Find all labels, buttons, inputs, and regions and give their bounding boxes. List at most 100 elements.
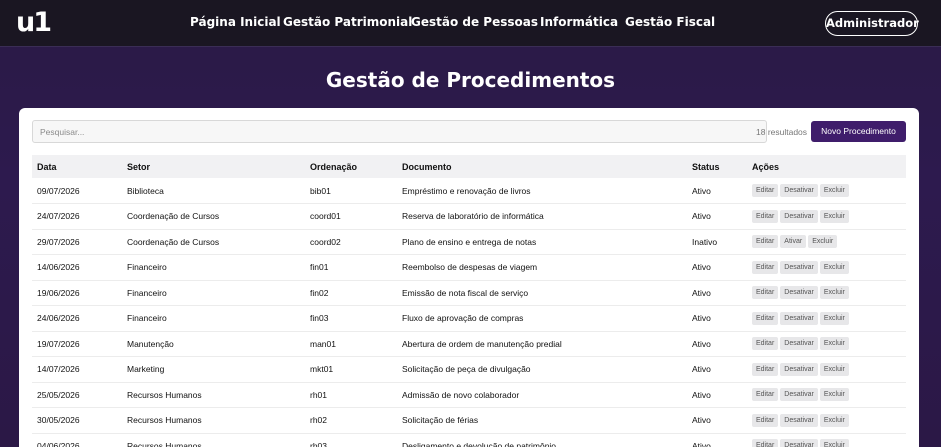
desativar-button[interactable]: Desativar [780,286,818,300]
excluir-button[interactable]: Excluir [819,362,849,376]
cell-documento: Emissão de nota fiscal de serviço [397,280,687,306]
nav-pagina-inicial[interactable]: Página Inicial [190,15,281,29]
table-row: 24/06/2026 Financeiro fin03 Fluxo de aprova… [32,305,906,332]
desativar-button[interactable]: Desativar [780,413,818,427]
editar-button[interactable]: Editar [752,311,779,325]
table-row: 30/05/2026 Recursos Humanos rh02 Solicitaçã… [32,407,906,434]
nav-informatica[interactable]: Informática [540,15,618,29]
search-input[interactable] [32,120,767,143]
cell-actions: Editar Desativar Excluir [747,305,906,332]
table-row: 19/07/2026 Manutenção man01 Abertura de ord… [32,331,906,357]
table-row: 29/07/2026 Coordenação de Cursos coord02 Pl… [32,229,906,255]
cell-ordenacao: fin01 [305,254,397,281]
cell-actions: Editar Ativar Excluir [747,229,906,255]
desativar-button[interactable]: Desativar [780,311,818,325]
cell-ordenacao: man01 [305,331,397,357]
table-row: 14/07/2026 Marketing mkt01 Solicitação de p… [32,356,906,383]
editar-button[interactable]: Editar [752,286,779,300]
column-header-setor[interactable]: Setor [122,155,305,178]
user-menu-button[interactable]: Administrador [825,11,919,36]
nav-gestao-patrimonial[interactable]: Gestão Patrimonial [283,15,412,29]
column-header-status[interactable]: Status [687,155,747,178]
cell-documento: Empréstimo e renovação de livros [397,178,687,204]
column-header-ordenacao[interactable]: Ordenação [305,155,397,178]
excluir-button[interactable]: Excluir [819,184,849,197]
excluir-button[interactable]: Excluir [819,388,849,402]
cell-actions: Editar Desativar Excluir [747,178,906,204]
cell-status: Inativo [687,229,747,255]
cell-actions: Editar Desativar Excluir [747,433,906,447]
cell-actions: Editar Desativar Excluir [747,382,906,408]
cell-status: Ativo [687,203,747,230]
desativar-button[interactable]: Desativar [780,260,818,274]
editar-button[interactable]: Editar [752,209,779,223]
cell-data: 19/07/2026 [32,331,122,357]
cell-ordenacao: fin03 [305,305,397,332]
excluir-button[interactable]: Excluir [819,413,849,427]
table-row: 19/06/2026 Financeiro fin02 Emissão de nota… [32,280,906,306]
cell-ordenacao: mkt01 [305,356,397,383]
cell-status: Ativo [687,407,747,434]
cell-setor: Financeiro [122,305,305,332]
desativar-button[interactable]: Desativar [780,439,818,447]
desativar-button[interactable]: Desativar [780,209,818,223]
cell-setor: Coordenação de Cursos [122,229,305,255]
desativar-button[interactable]: Desativar [780,388,818,402]
cell-data: 24/07/2026 [32,203,122,230]
cell-documento: Desligamento e devolução de patrimônio [397,433,687,447]
desativar-button[interactable]: Desativar [780,337,818,351]
cell-ordenacao: coord02 [305,229,397,255]
nav-gestao-de-pessoas[interactable]: Gestão de Pessoas [411,15,538,29]
cell-setor: Recursos Humanos [122,433,305,447]
editar-button[interactable]: Editar [752,260,779,274]
excluir-button[interactable]: Excluir [819,260,849,274]
cell-documento: Reserva de laboratório de informática [397,203,687,230]
column-header-documento[interactable]: Documento [397,155,687,178]
editar-button[interactable]: Editar [752,413,779,427]
cell-ordenacao: rh01 [305,382,397,408]
cell-status: Ativo [687,356,747,383]
cell-actions: Editar Desativar Excluir [747,203,906,230]
excluir-button[interactable]: Excluir [819,337,849,351]
editar-button[interactable]: Editar [752,184,779,197]
column-header-data[interactable]: Data [32,155,122,178]
top-navbar: u1 Página Inicial Gestão Patrimonial Ges… [0,0,941,47]
cell-setor: Manutenção [122,331,305,357]
cell-status: Ativo [687,178,747,204]
cell-setor: Marketing [122,356,305,383]
cell-status: Ativo [687,280,747,306]
table-row: 24/07/2026 Coordenação de Cursos coord01 Re… [32,203,906,230]
cell-data: 19/06/2026 [32,280,122,306]
excluir-button[interactable]: Excluir [819,311,849,325]
editar-button[interactable]: Editar [752,337,779,351]
cell-status: Ativo [687,305,747,332]
desativar-button[interactable]: Desativar [780,362,818,376]
excluir-button[interactable]: Excluir [808,235,838,249]
cell-actions: Editar Desativar Excluir [747,407,906,434]
editar-button[interactable]: Editar [752,362,779,376]
editar-button[interactable]: Editar [752,235,779,249]
nav-gestao-fiscal[interactable]: Gestão Fiscal [625,15,715,29]
table-header-row: Data Setor Ordenação Documento Status Aç… [32,155,906,178]
table-row: 14/06/2026 Financeiro fin01 Reembolso de de… [32,254,906,281]
ativar-button[interactable]: Ativar [780,235,807,249]
brand-logo[interactable]: u1 [16,9,52,37]
cell-documento: Reembolso de despesas de viagem [397,254,687,281]
cell-data: 14/06/2026 [32,254,122,281]
desativar-button[interactable]: Desativar [780,184,818,197]
new-procedure-button[interactable]: Novo Procedimento [811,121,906,142]
table-row: 25/05/2026 Recursos Humanos rh01 Admissão d… [32,382,906,408]
cell-data: 04/06/2026 [32,433,122,447]
cell-documento: Plano de ensino e entrega de notas [397,229,687,255]
cell-data: 29/07/2026 [32,229,122,255]
cell-ordenacao: coord01 [305,203,397,230]
editar-button[interactable]: Editar [752,388,779,402]
table-body: 09/07/2026 Biblioteca bib01 Empréstimo e re… [32,178,906,447]
cell-setor: Recursos Humanos [122,407,305,434]
excluir-button[interactable]: Excluir [819,286,849,300]
procedures-table: Data Setor Ordenação Documento Status Aç… [32,155,906,447]
excluir-button[interactable]: Excluir [819,209,849,223]
cell-data: 30/05/2026 [32,407,122,434]
excluir-button[interactable]: Excluir [819,439,849,447]
editar-button[interactable]: Editar [752,439,779,447]
